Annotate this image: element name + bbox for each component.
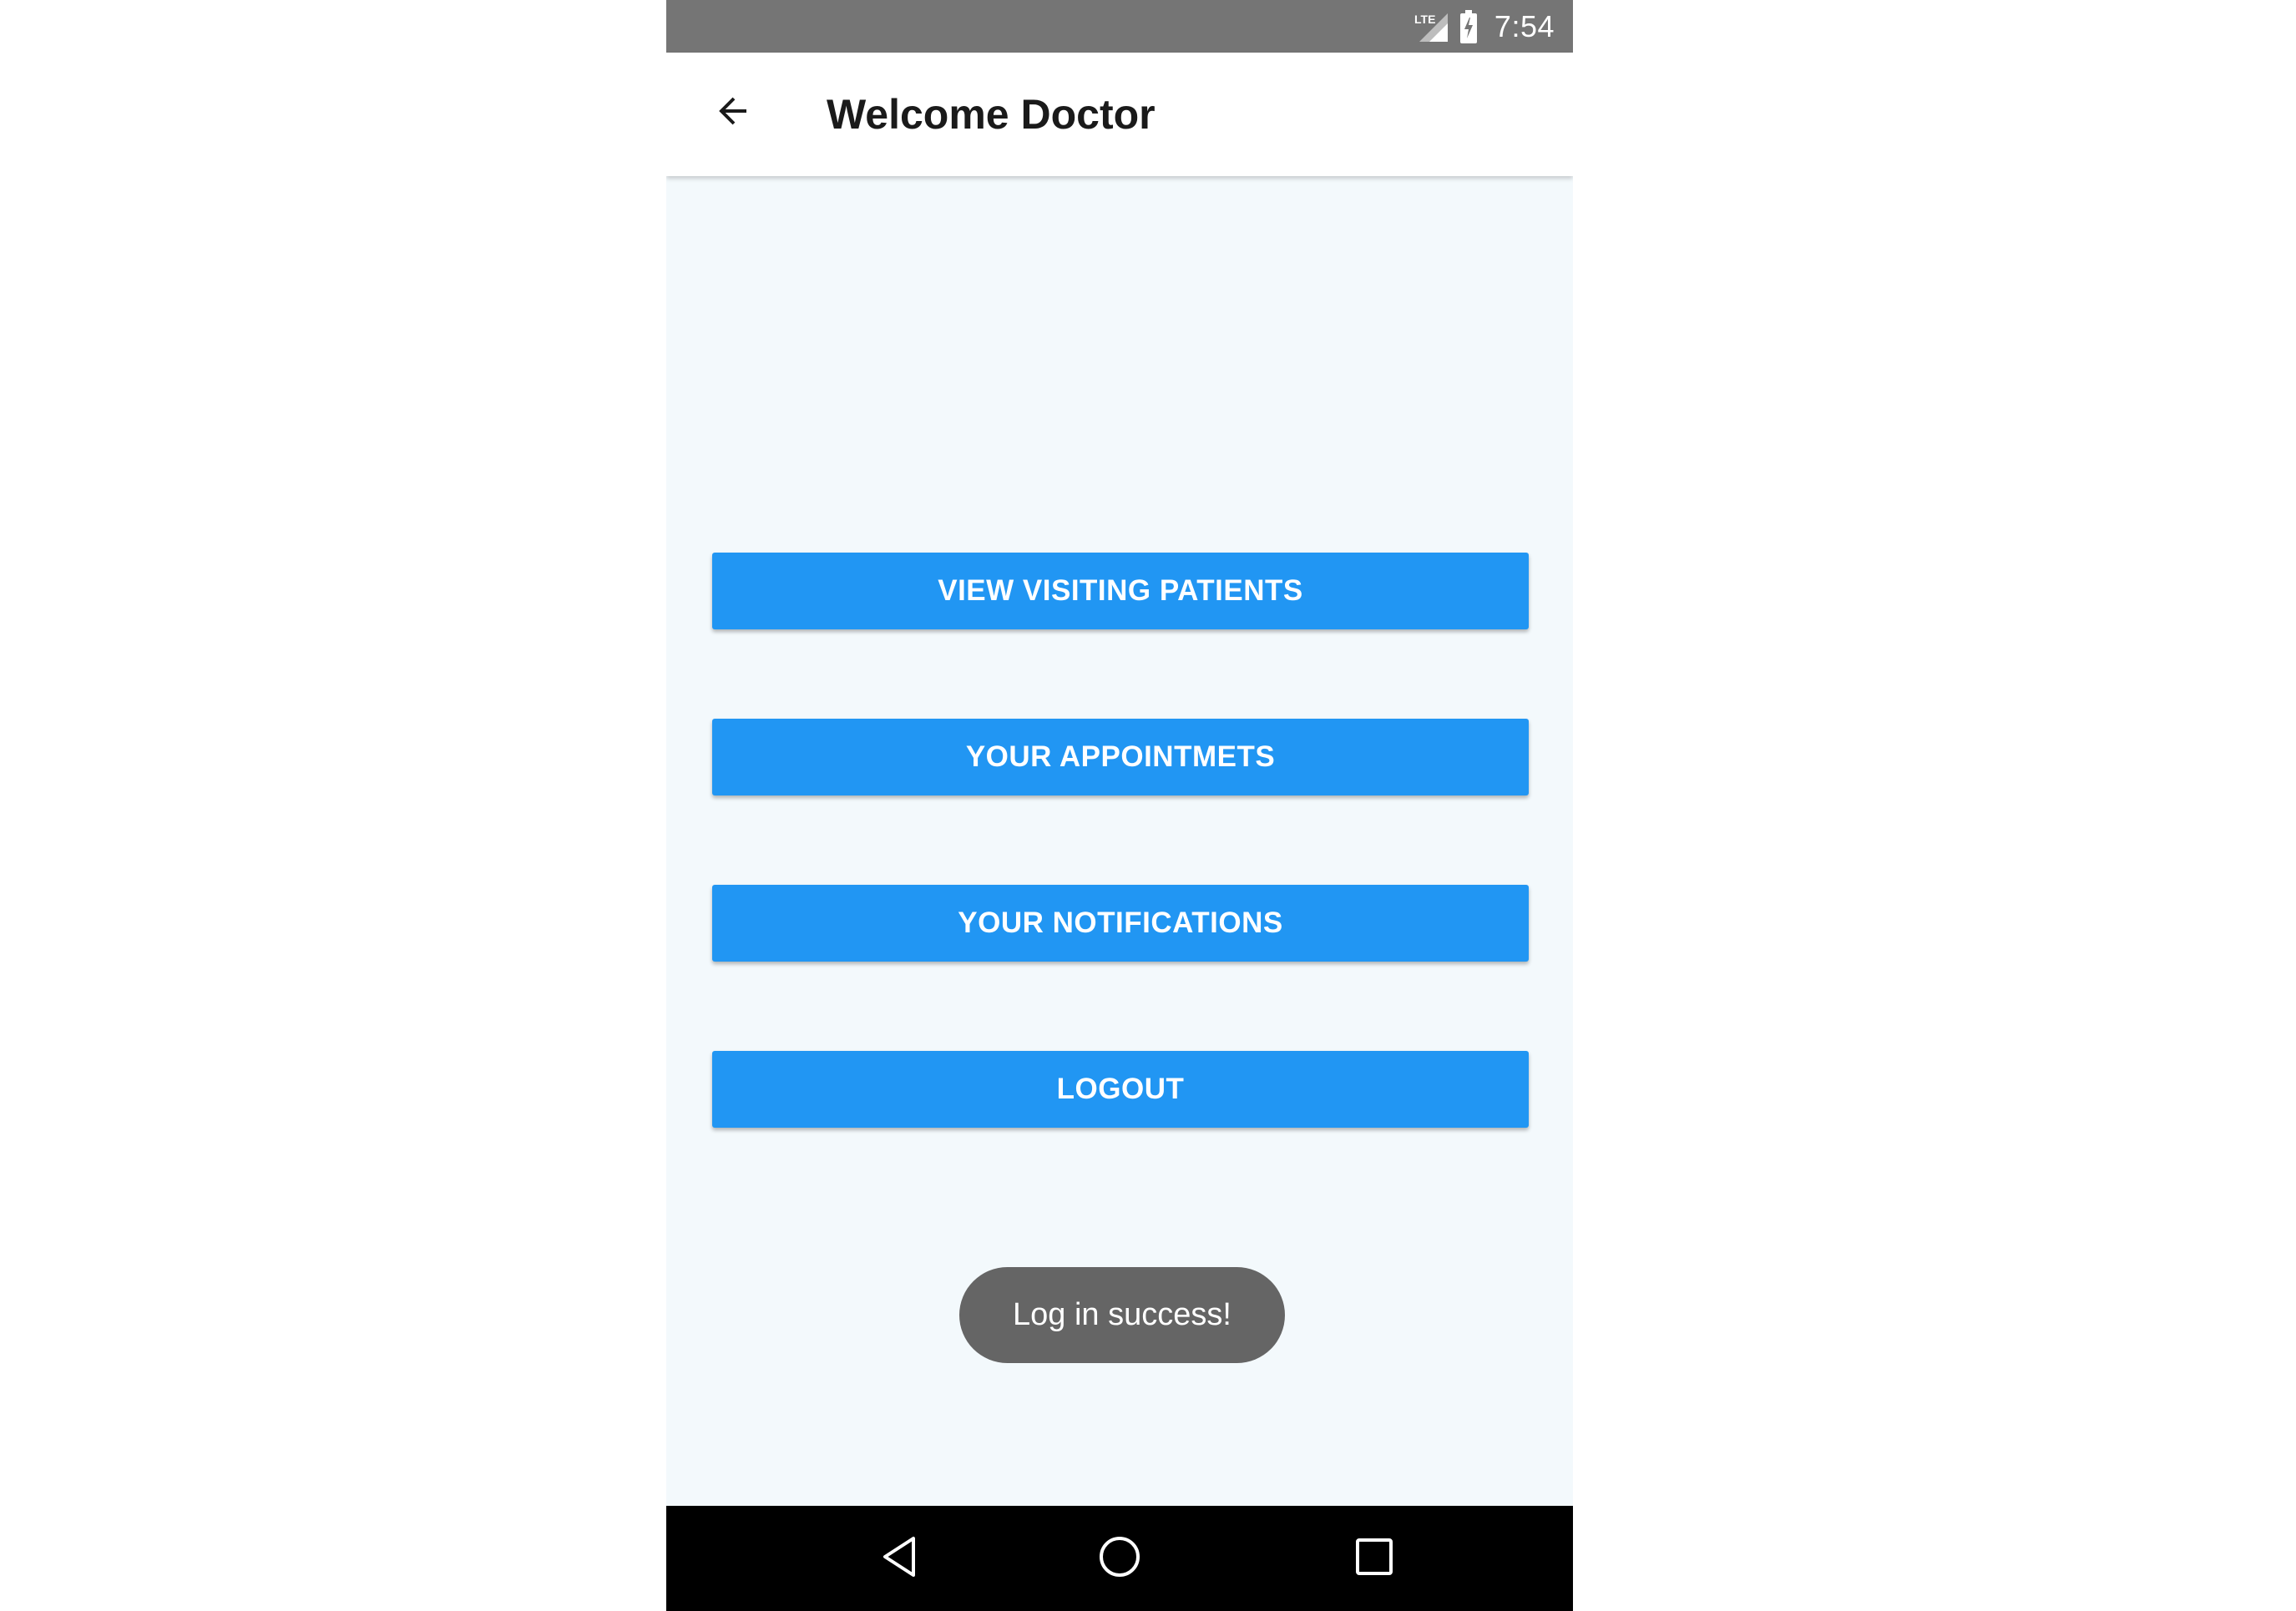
nav-recents-icon [1354,1537,1394,1581]
arrow-back-icon [713,91,753,135]
nav-back-icon [880,1533,920,1584]
status-clock: 7:54 [1494,8,1555,43]
status-bar: LTE 7:54 [666,0,1573,53]
toast-message: Log in success! [959,1267,1285,1363]
phone-screen: LTE 7:54 Welcome Doctor VIEW VISITING PA… [666,0,1573,1611]
app-bar: Welcome Doctor [666,53,1573,176]
nav-home-icon [1096,1533,1143,1584]
nav-back-button[interactable] [867,1525,933,1592]
status-icons: LTE 7:54 [1413,0,1555,53]
your-appointments-button[interactable]: YOUR APPOINTMETS [712,719,1529,795]
lte-signal-icon: LTE [1413,8,1449,45]
nav-recents-button[interactable] [1341,1525,1408,1592]
logout-button[interactable]: LOGOUT [712,1051,1529,1128]
lte-label: LTE [1414,13,1435,26]
back-button[interactable] [703,83,763,143]
page-title: Welcome Doctor [827,91,1156,138]
main-content: VIEW VISITING PATIENTS YOUR APPOINTMETS … [666,176,1573,1506]
battery-charging-icon [1459,9,1478,43]
view-visiting-patients-button[interactable]: VIEW VISITING PATIENTS [712,553,1529,629]
navigation-bar [666,1506,1573,1611]
nav-home-button[interactable] [1086,1525,1153,1592]
your-notifications-button[interactable]: YOUR NOTIFICATIONS [712,885,1529,962]
